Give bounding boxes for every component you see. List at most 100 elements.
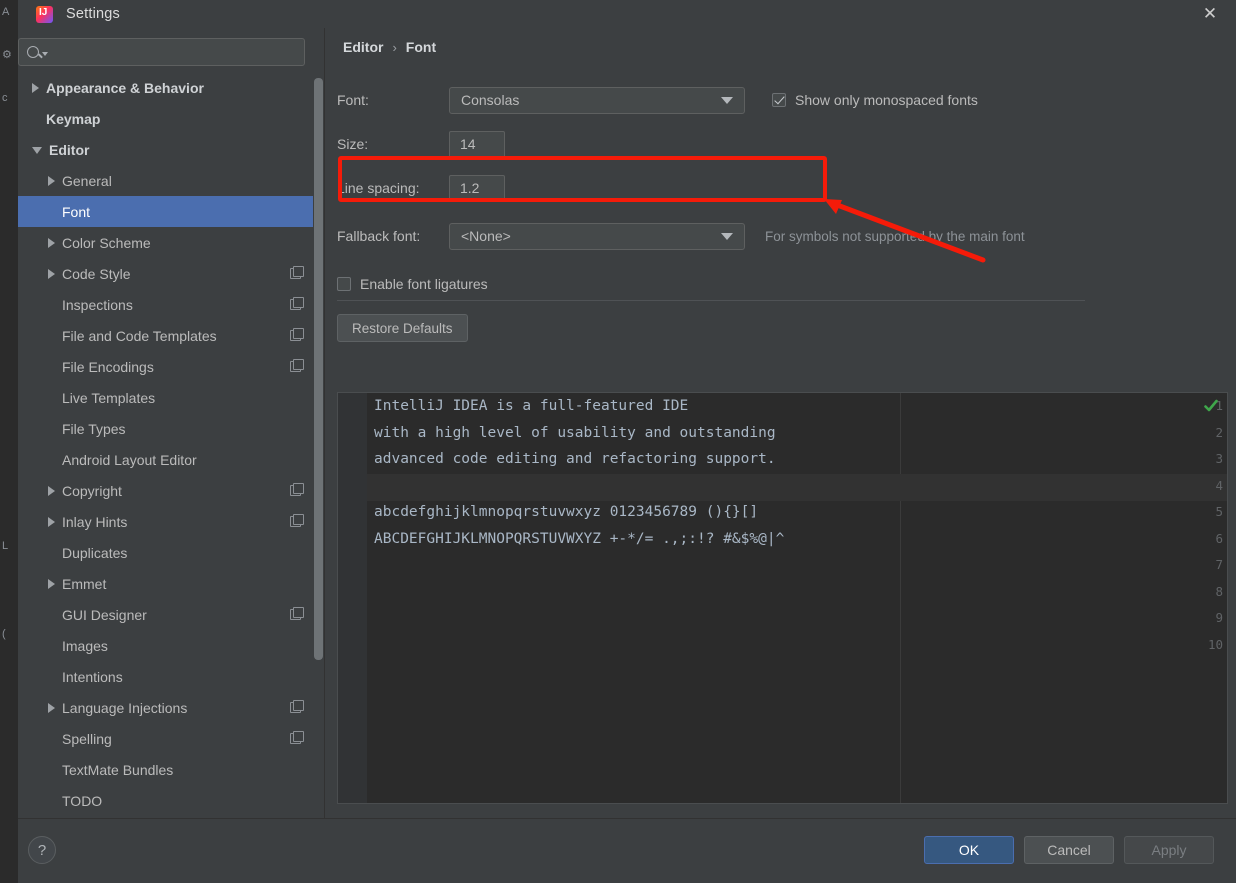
search-field-wrapper	[18, 38, 305, 66]
sidebar-item-keymap[interactable]: Keymap	[18, 103, 313, 134]
green-checkmark-icon	[1204, 399, 1218, 412]
sidebar-item-file-types[interactable]: File Types	[18, 413, 313, 444]
preview-line: IntelliJ IDEA is a full-featured IDE	[374, 398, 689, 414]
sidebar-item-appearance-behavior[interactable]: Appearance & Behavior	[18, 72, 313, 103]
chevron-right-icon[interactable]	[48, 485, 55, 496]
restore-defaults-button[interactable]: Restore Defaults	[337, 314, 468, 342]
close-icon[interactable]: ✕	[1198, 2, 1222, 26]
sidebar-item-todo[interactable]: TODO	[18, 785, 313, 816]
search-input[interactable]	[48, 44, 304, 60]
fallback-font-label: Fallback font:	[337, 228, 421, 244]
breadcrumb-parent[interactable]: Editor	[343, 39, 383, 55]
breadcrumb-current: Font	[405, 39, 437, 55]
apply-button[interactable]: Apply	[1124, 836, 1214, 864]
line-number: 8	[1215, 583, 1223, 599]
chevron-right-icon[interactable]	[32, 82, 39, 93]
chevron-right-icon[interactable]	[48, 578, 55, 589]
cancel-button[interactable]: Cancel	[1024, 836, 1114, 864]
chevron-right-icon[interactable]	[48, 175, 55, 186]
sidebar-item-color-scheme[interactable]: Color Scheme	[18, 227, 313, 258]
editor-gutter	[338, 393, 367, 803]
monospaced-label: Show only monospaced fonts	[795, 92, 978, 108]
preview-line: abcdefghijklmnopqrstuvwxyz 0123456789 ()…	[374, 504, 759, 520]
sidebar-item-spelling[interactable]: Spelling	[18, 723, 313, 754]
sidebar-item-copyright[interactable]: Copyright	[18, 475, 313, 506]
desktop-background-strip	[0, 0, 18, 883]
sidebar-item-textmate-bundles[interactable]: TextMate Bundles	[18, 754, 313, 785]
copy-settings-icon[interactable]	[290, 297, 304, 310]
sidebar-item-label: Inspections	[62, 296, 133, 313]
sidebar-item-code-style[interactable]: Code Style	[18, 258, 313, 289]
sidebar-item-label: Spelling	[62, 730, 112, 747]
copy-settings-icon[interactable]	[290, 607, 304, 620]
background-glyph: L	[2, 540, 9, 552]
sidebar-item-file-and-code-templates[interactable]: File and Code Templates	[18, 320, 313, 351]
chevron-right-icon[interactable]	[48, 268, 55, 279]
search-icon	[27, 46, 39, 58]
font-family-value: Consolas	[461, 92, 520, 108]
sidebar-item-language-injections[interactable]: Language Injections	[18, 692, 313, 723]
sidebar-item-label: File Types	[62, 420, 126, 437]
sidebar-item-label: Emmet	[62, 575, 107, 592]
sidebar-item-font[interactable]: Font	[18, 196, 313, 227]
chevron-right-icon[interactable]	[48, 702, 55, 713]
form-divider	[337, 300, 1085, 301]
sidebar-item-file-encodings[interactable]: File Encodings	[18, 351, 313, 382]
sidebar-item-label: File and Code Templates	[62, 327, 217, 344]
background-glyph: (	[2, 628, 6, 640]
size-label: Size:	[337, 136, 369, 152]
sidebar-item-editor[interactable]: Editor	[18, 134, 313, 165]
background-glyph: c	[2, 92, 8, 104]
search-box[interactable]	[18, 38, 305, 66]
fallback-font-row: Fallback font: <None> For symbols not su…	[337, 222, 1227, 250]
sidebar-item-gui-designer[interactable]: GUI Designer	[18, 599, 313, 630]
sidebar-item-duplicates[interactable]: Duplicates	[18, 537, 313, 568]
line-spacing-label: Line spacing:	[337, 180, 420, 196]
breadcrumb: Editor › Font	[343, 39, 436, 55]
sidebar-item-general[interactable]: General	[18, 165, 313, 196]
copy-settings-icon[interactable]	[290, 731, 304, 744]
copy-settings-icon[interactable]	[290, 700, 304, 713]
sidebar-item-inspections[interactable]: Inspections	[18, 289, 313, 320]
sidebar-item-live-templates[interactable]: Live Templates	[18, 382, 313, 413]
copy-settings-icon[interactable]	[290, 514, 304, 527]
line-number: 4	[1215, 477, 1223, 493]
fallback-font-hint: For symbols not supported by the main fo…	[765, 228, 1025, 244]
chevron-down-icon[interactable]	[721, 232, 733, 240]
fallback-font-dropdown[interactable]: <None>	[449, 222, 745, 250]
copy-settings-icon[interactable]	[290, 359, 304, 372]
chevron-down-icon[interactable]	[721, 96, 733, 104]
monospaced-checkbox-row[interactable]: Show only monospaced fonts	[772, 92, 978, 108]
chevron-right-icon[interactable]	[48, 516, 55, 527]
line-number: 5	[1215, 504, 1223, 519]
settings-tree[interactable]: Appearance & Behavior Keymap Editor General…	[18, 72, 313, 817]
copy-settings-icon[interactable]	[290, 483, 304, 496]
background-glyph: ⚙	[2, 49, 12, 61]
ligatures-checkbox-row[interactable]: Enable font ligatures	[337, 276, 488, 292]
copy-settings-icon[interactable]	[290, 266, 304, 279]
font-preview-editor[interactable]: 1 2 3 4 5 6 7 8 9 10 IntelliJ IDEA is a full-feat…	[337, 392, 1228, 804]
line-spacing-input[interactable]: 1.2	[449, 174, 505, 202]
chevron-down-icon[interactable]	[32, 147, 42, 154]
sidebar-item-android-layout-editor[interactable]: Android Layout Editor	[18, 444, 313, 475]
sidebar-scrollbar-thumb[interactable]	[314, 78, 323, 660]
font-size-input[interactable]: 14	[449, 130, 505, 158]
ok-button[interactable]: OK	[924, 836, 1014, 864]
font-family-dropdown[interactable]: Consolas	[449, 86, 745, 114]
sidebar-item-label: File Encodings	[62, 358, 154, 375]
chevron-right-icon[interactable]	[48, 237, 55, 248]
sidebar-item-emmet[interactable]: Emmet	[18, 568, 313, 599]
monospaced-checkbox[interactable]	[772, 93, 786, 107]
ligatures-checkbox[interactable]	[337, 277, 351, 291]
line-number: 3	[1215, 451, 1223, 466]
help-button[interactable]: ?	[28, 836, 56, 864]
sidebar-item-label: GUI Designer	[62, 606, 147, 623]
sidebar-item-label: Font	[62, 203, 91, 220]
sidebar-item-inlay-hints[interactable]: Inlay Hints	[18, 506, 313, 537]
sidebar-item-label: Intentions	[62, 668, 123, 685]
sidebar-item-intentions[interactable]: Intentions	[18, 661, 313, 692]
copy-settings-icon[interactable]	[290, 328, 304, 341]
sidebar-scrollbar[interactable]	[314, 78, 323, 778]
sidebar-item-label: Live Templates	[62, 389, 156, 406]
sidebar-item-images[interactable]: Images	[18, 630, 313, 661]
